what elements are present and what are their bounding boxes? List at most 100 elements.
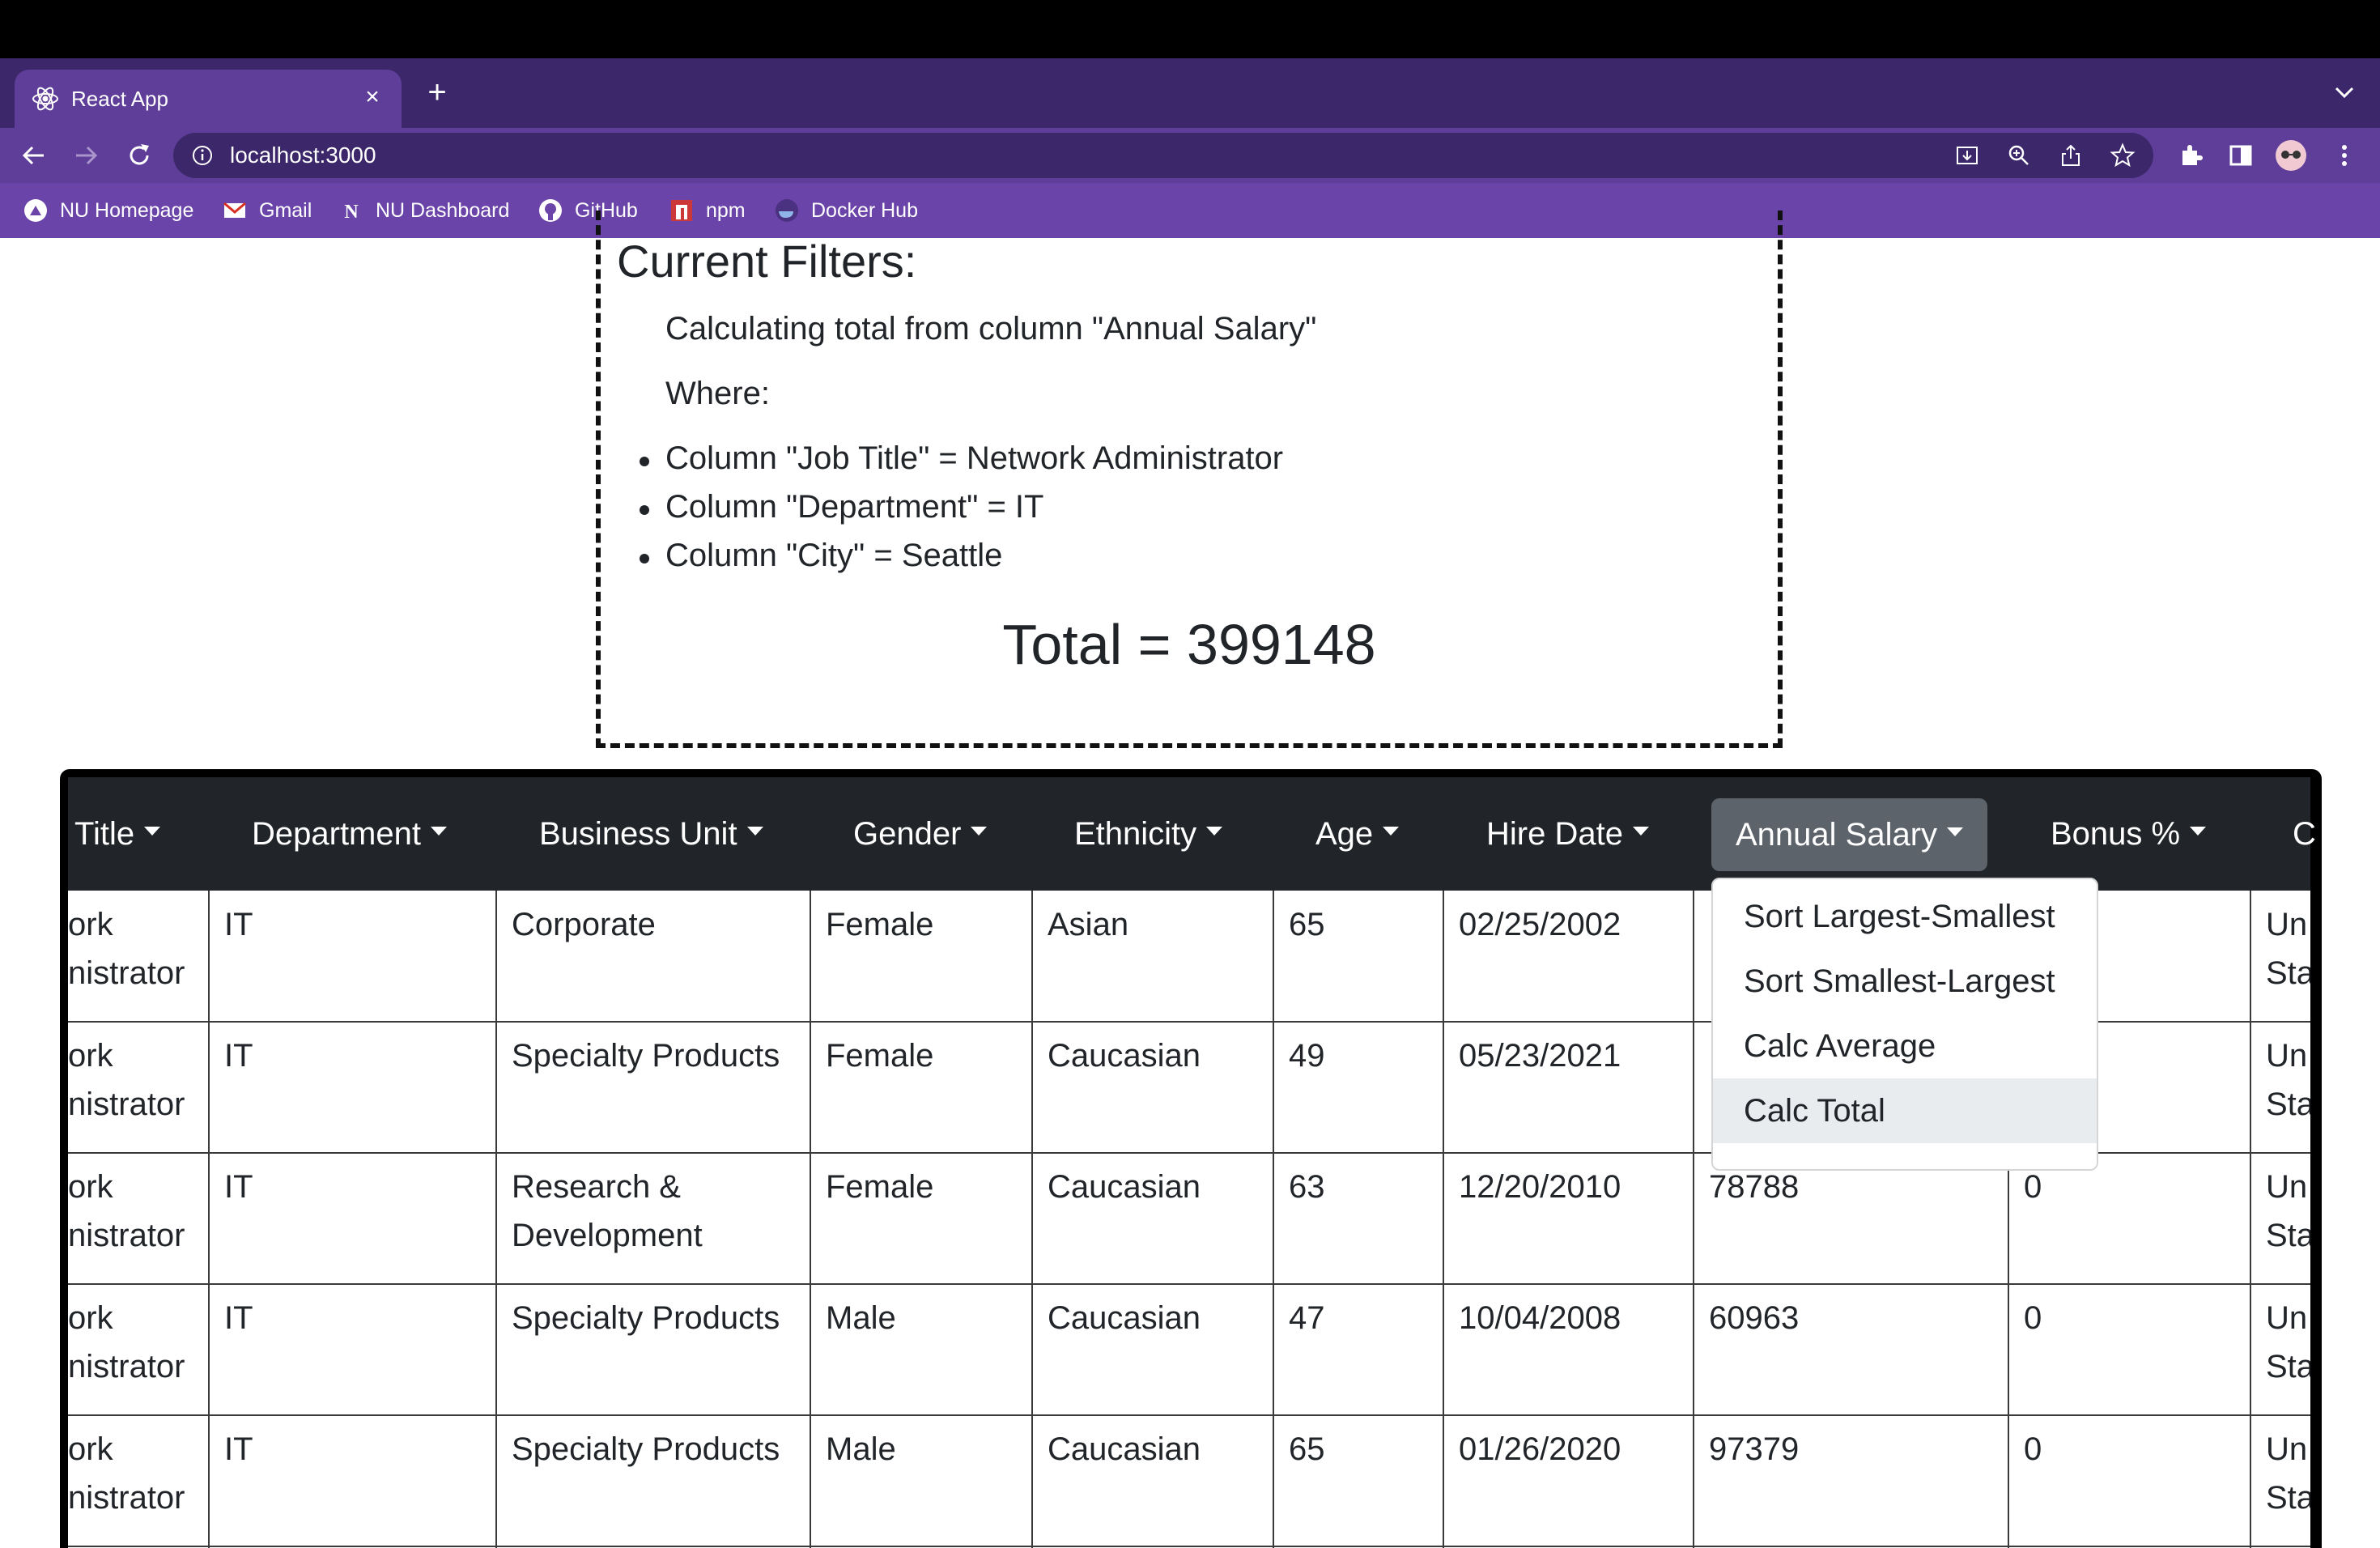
header-ethnicity[interactable]: Ethnicity (1074, 777, 1223, 891)
cell-country: Un (2266, 1431, 2308, 1467)
bullet-icon (640, 505, 649, 515)
install-icon[interactable] (1954, 142, 1980, 168)
zoom-icon[interactable] (2006, 142, 2032, 168)
cell-job-title: nistrator (68, 1480, 185, 1516)
header-country[interactable]: C (2293, 777, 2316, 891)
reload-icon[interactable] (123, 139, 155, 172)
cell-gender: Female (826, 1169, 934, 1205)
cell-gender: Male (826, 1431, 896, 1467)
cell-country: Un (2266, 1038, 2308, 1074)
cell-annual-salary: 60963 (1709, 1300, 1800, 1336)
cell-business-unit: Corporate (512, 907, 656, 942)
row-divider (68, 1414, 2310, 1416)
bookmark-gmail[interactable]: Gmail (222, 194, 312, 227)
header-label: Title (74, 815, 135, 852)
caret-down-icon (144, 826, 161, 836)
cell-country: Sta (2266, 1480, 2310, 1516)
react-icon (32, 87, 58, 111)
gmail-icon (223, 202, 246, 218)
header-business-unit[interactable]: Business Unit (539, 777, 763, 891)
cell-job-title: nistrator (68, 1218, 185, 1253)
browser-toolbar: localhost:3000 (0, 128, 2380, 183)
extensions-icon[interactable] (2174, 139, 2207, 172)
column-action-menu: Sort Largest-Smallest Sort Smallest-Larg… (1711, 878, 2098, 1171)
total-result: Total = 399148 (1002, 613, 1376, 676)
cell-country: Un (2266, 1300, 2308, 1336)
chevron-down-icon[interactable] (2330, 78, 2359, 107)
tab-strip: React App × + (0, 58, 2380, 128)
column-divider (1273, 891, 1274, 1548)
cell-country: Un (2266, 907, 2308, 942)
column-divider (1031, 891, 1033, 1548)
caret-down-icon (971, 826, 988, 836)
menu-item-calc-total[interactable]: Calc Total (1713, 1078, 2097, 1143)
column-divider (208, 891, 210, 1548)
address-bar[interactable]: localhost:3000 (173, 133, 2153, 178)
cell-ethnicity: Caucasian (1048, 1300, 1201, 1336)
side-panel-icon[interactable] (2225, 139, 2257, 172)
header-hire-date[interactable]: Hire Date (1486, 777, 1649, 891)
bookmark-nu-homepage[interactable]: NU Homepage (23, 194, 193, 227)
menu-kebab-icon[interactable] (2328, 139, 2361, 172)
header-label: Ethnicity (1074, 815, 1197, 852)
close-icon[interactable]: × (356, 81, 389, 113)
avatar[interactable] (2275, 139, 2307, 172)
forward-icon[interactable] (70, 139, 102, 172)
cell-business-unit: Research & (512, 1169, 681, 1205)
github-icon (539, 199, 562, 222)
info-icon[interactable] (191, 144, 214, 167)
filter-condition: Column "Department" = IT (665, 489, 1044, 525)
column-divider (495, 891, 497, 1548)
cell-job-title: ork (68, 1169, 113, 1205)
header-label: Hire Date (1486, 815, 1623, 852)
header-bonus[interactable]: Bonus % (2051, 777, 2207, 891)
bullet-icon (640, 457, 649, 466)
nu-icon (24, 199, 47, 222)
url-text: localhost:3000 (230, 142, 376, 168)
cell-ethnicity: Caucasian (1048, 1169, 1201, 1205)
menu-item-calc-average[interactable]: Calc Average (1713, 1014, 2097, 1078)
header-title[interactable]: Title (74, 777, 161, 891)
header-department[interactable]: Department (252, 777, 447, 891)
bookmark-label: NU Homepage (60, 198, 194, 222)
header-label: Age (1315, 815, 1374, 852)
cell-department: IT (224, 1169, 253, 1205)
header-age[interactable]: Age (1315, 777, 1400, 891)
column-divider (1693, 891, 1694, 1548)
cell-gender: Male (826, 1300, 896, 1336)
cell-job-title: nistrator (68, 955, 185, 991)
bookmark-label: Gmail (259, 198, 312, 222)
column-divider (810, 891, 811, 1548)
calc-description: Calculating total from column "Annual Sa… (665, 311, 1317, 347)
where-label: Where: (665, 376, 770, 411)
menu-item-sort-asc[interactable]: Sort Smallest-Largest (1713, 949, 2097, 1014)
column-divider (1443, 891, 1444, 1548)
cell-age: 63 (1289, 1169, 1325, 1205)
star-icon[interactable] (2110, 142, 2136, 168)
share-icon[interactable] (2058, 142, 2084, 168)
header-label: Bonus % (2051, 815, 2181, 852)
cell-bonus: 0 (2024, 1431, 2042, 1467)
cell-hire-date: 02/25/2002 (1459, 907, 1621, 942)
back-icon[interactable] (18, 139, 50, 172)
cell-department: IT (224, 1038, 253, 1074)
cell-department: IT (224, 1431, 253, 1467)
new-tab-icon[interactable]: + (421, 76, 453, 108)
filter-condition: Column "Job Title" = Network Administrat… (665, 440, 1284, 476)
caret-down-icon (2190, 826, 2207, 836)
menu-item-sort-desc[interactable]: Sort Largest-Smallest (1713, 884, 2097, 949)
cell-ethnicity: Asian (1048, 907, 1129, 942)
bullet-icon (640, 554, 649, 563)
cell-business-unit: Specialty Products (512, 1431, 780, 1467)
cell-job-title: nistrator (68, 1349, 185, 1384)
browser-tab[interactable]: React App × (15, 70, 402, 128)
caret-down-icon (746, 826, 763, 836)
cell-country: Sta (2266, 1349, 2310, 1384)
header-annual-salary[interactable]: Annual Salary (1711, 798, 1988, 871)
bookmark-nu-dashboard[interactable]: N NU Dashboard (338, 194, 509, 227)
cell-ethnicity: Caucasian (1048, 1431, 1201, 1467)
notion-icon: N (341, 200, 362, 223)
cell-gender: Female (826, 1038, 934, 1074)
cell-age: 47 (1289, 1300, 1325, 1336)
header-gender[interactable]: Gender (853, 777, 988, 891)
